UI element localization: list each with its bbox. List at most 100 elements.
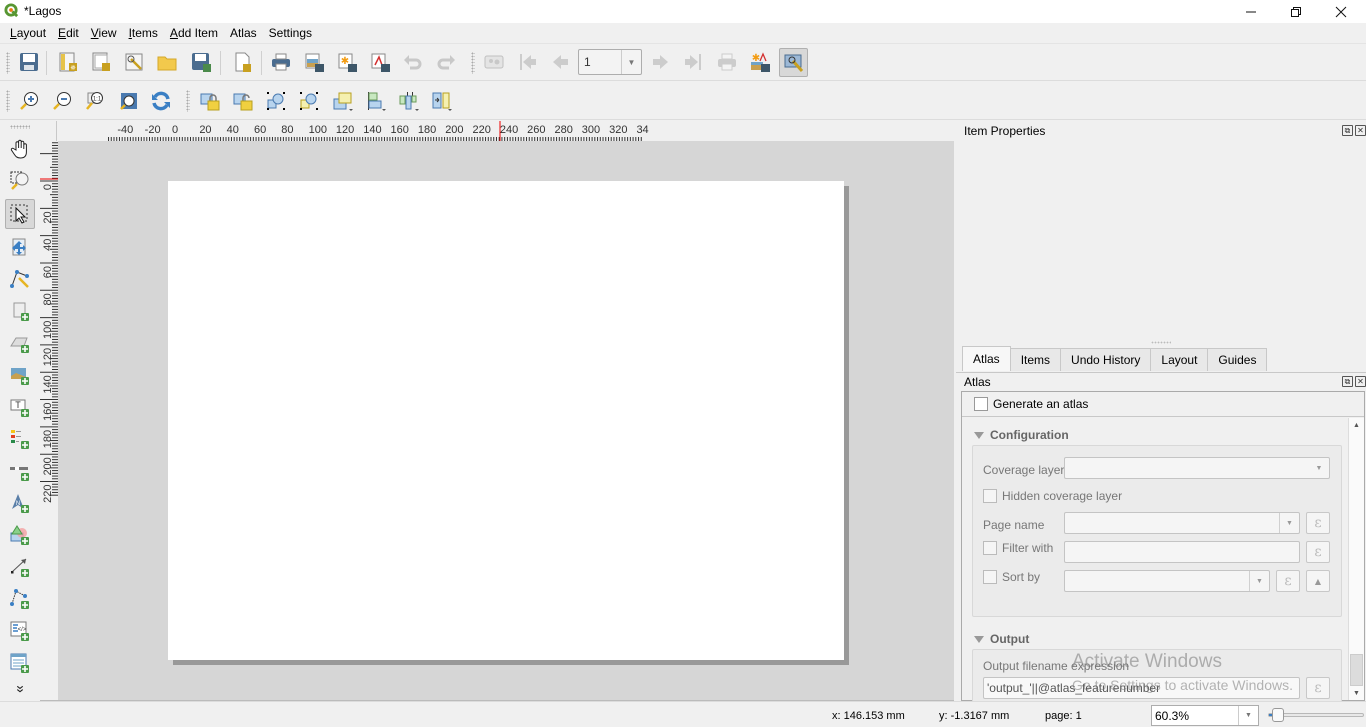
add-shape-tool[interactable]: [7, 521, 33, 549]
zoom-tool[interactable]: [7, 167, 33, 195]
filter-checkbox[interactable]: [983, 541, 997, 555]
add-scalebar-tool[interactable]: [7, 457, 33, 485]
atlas-export-button[interactable]: ✱: [747, 49, 773, 75]
restore-button[interactable]: [1273, 0, 1319, 23]
refresh-button[interactable]: [148, 88, 174, 114]
add-3d-map-tool[interactable]: [7, 329, 33, 357]
duplicate-layout-button[interactable]: [88, 49, 114, 75]
last-feature-button[interactable]: [680, 49, 706, 75]
group-items-button[interactable]: [263, 88, 289, 114]
atlas-page-select[interactable]: 1 ▼: [578, 49, 642, 75]
raise-items-button[interactable]: [330, 88, 356, 114]
add-map-tool[interactable]: [7, 297, 33, 325]
layout-page[interactable]: [168, 181, 844, 660]
menu-add-item[interactable]: Add Item: [164, 26, 224, 40]
zoom-100-button[interactable]: 1:1: [82, 88, 108, 114]
atlas-preview-button[interactable]: [481, 49, 507, 75]
toolbar-grip[interactable]: [186, 90, 190, 112]
menu-view[interactable]: View: [85, 26, 123, 40]
pan-tool[interactable]: [7, 135, 33, 163]
toolbar-grip[interactable]: [10, 125, 30, 129]
redo-button[interactable]: [433, 49, 459, 75]
next-feature-button[interactable]: [647, 49, 673, 75]
toolbar-grip[interactable]: [6, 52, 10, 74]
atlas-settings-button[interactable]: [779, 48, 808, 77]
add-label-tool[interactable]: T: [7, 393, 33, 421]
unlock-items-button[interactable]: [230, 88, 256, 114]
add-node-item-tool[interactable]: [7, 585, 33, 613]
toolbar-grip[interactable]: [6, 90, 10, 112]
menu-atlas[interactable]: Atlas: [224, 26, 263, 40]
close-icon[interactable]: ✕: [1355, 376, 1366, 387]
save-layout-button[interactable]: [16, 49, 42, 75]
save-as-template-button[interactable]: [188, 49, 214, 75]
print-button[interactable]: [268, 49, 294, 75]
sort-checkbox[interactable]: [983, 570, 997, 584]
generate-atlas-checkbox[interactable]: [974, 397, 988, 411]
sort-direction-button[interactable]: ▲: [1306, 570, 1330, 592]
menu-items[interactable]: Items: [123, 26, 164, 40]
add-attribute-table-tool[interactable]: [7, 649, 33, 677]
more-tools-button[interactable]: [7, 679, 33, 699]
zoom-full-button[interactable]: [116, 88, 142, 114]
page-name-select[interactable]: ▼: [1064, 512, 1300, 534]
zoom-combo[interactable]: 60.3% ▼: [1151, 705, 1259, 726]
edit-nodes-tool[interactable]: [7, 265, 33, 293]
sort-expression-button[interactable]: ε: [1276, 570, 1300, 592]
align-items-button[interactable]: [363, 88, 389, 114]
export-image-button[interactable]: [301, 49, 327, 75]
zoom-in-button[interactable]: [16, 88, 42, 114]
layout-canvas[interactable]: [58, 141, 954, 700]
select-move-tool[interactable]: [5, 199, 35, 229]
scroll-up-icon[interactable]: ▲: [1349, 418, 1364, 432]
close-icon[interactable]: ✕: [1355, 125, 1366, 136]
output-header[interactable]: Output: [974, 632, 1029, 646]
tab-items[interactable]: Items: [1009, 348, 1062, 371]
tab-atlas[interactable]: Atlas: [962, 346, 1011, 371]
filter-input[interactable]: [1064, 541, 1300, 563]
configuration-header[interactable]: Configuration: [974, 428, 1069, 442]
sort-row[interactable]: Sort by: [983, 570, 1040, 584]
move-content-tool[interactable]: [7, 233, 33, 261]
add-north-arrow-tool[interactable]: N: [7, 489, 33, 517]
add-html-tool[interactable]: </>: [7, 617, 33, 645]
add-arrow-tool[interactable]: [7, 553, 33, 581]
add-picture-tool[interactable]: [7, 361, 33, 389]
export-pdf-button[interactable]: [367, 49, 393, 75]
atlas-print-button[interactable]: [714, 49, 740, 75]
splitter-handle[interactable]: [1151, 341, 1171, 344]
vertical-ruler[interactable]: 0 20 40 60 80 100 120 140 160 180 200 220: [40, 141, 58, 701]
first-feature-button[interactable]: [515, 49, 541, 75]
hidden-coverage-checkbox[interactable]: [983, 489, 997, 503]
float-icon[interactable]: ⧉: [1342, 376, 1353, 387]
menu-layout[interactable]: Layout: [4, 26, 52, 40]
minimize-button[interactable]: [1228, 0, 1274, 23]
menu-edit[interactable]: Edit: [52, 26, 85, 40]
resize-items-button[interactable]: [429, 88, 455, 114]
tab-layout[interactable]: Layout: [1150, 348, 1209, 371]
open-template-button[interactable]: [154, 49, 180, 75]
horizontal-ruler[interactable]: -40 -20 0 20 40 60 80 100 120 140 160 180 200 220 240 2…: [57, 121, 954, 141]
add-legend-tool[interactable]: [7, 425, 33, 453]
coverage-layer-select[interactable]: ▼: [1064, 457, 1330, 479]
atlas-scrollbar[interactable]: ▲ ▼: [1348, 418, 1364, 700]
generate-atlas-row[interactable]: Generate an atlas: [962, 392, 1364, 417]
zoom-slider-handle[interactable]: [1272, 708, 1285, 722]
tab-guides[interactable]: Guides: [1207, 348, 1268, 371]
menu-settings[interactable]: Settings: [263, 26, 318, 40]
filter-expression-button[interactable]: ε: [1306, 541, 1330, 563]
tab-undo-history[interactable]: Undo History: [1060, 348, 1152, 371]
scroll-down-icon[interactable]: ▼: [1349, 686, 1364, 700]
undo-button[interactable]: [400, 49, 426, 75]
zoom-out-button[interactable]: [49, 88, 75, 114]
output-filename-input[interactable]: 'output_'||@atlas_featurenumber: [983, 677, 1300, 699]
sort-select[interactable]: ▼: [1064, 570, 1270, 592]
output-expression-button[interactable]: ε: [1306, 677, 1330, 699]
scrollbar-thumb[interactable]: [1350, 654, 1363, 686]
previous-feature-button[interactable]: [548, 49, 574, 75]
export-svg-button[interactable]: ✱: [334, 49, 360, 75]
hidden-coverage-row[interactable]: Hidden coverage layer: [983, 489, 1122, 503]
ungroup-items-button[interactable]: [296, 88, 322, 114]
page-name-expression-button[interactable]: ε: [1306, 512, 1330, 534]
toolbar-grip[interactable]: [471, 52, 475, 74]
